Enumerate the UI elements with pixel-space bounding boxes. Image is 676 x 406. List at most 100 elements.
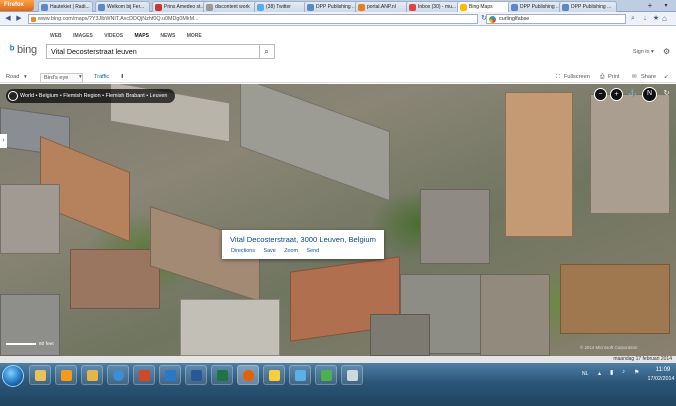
word-icon xyxy=(191,370,202,381)
windows-taskbar: NL ▴ ▮ ♪ ⚑ 11:09 17/02/2014 xyxy=(0,363,676,406)
nav-link-maps[interactable]: MAPS xyxy=(134,33,148,39)
taskbar-app[interactable] xyxy=(315,365,337,385)
zoom-in-icon[interactable]: + xyxy=(610,88,623,101)
rotate-right-icon[interactable]: ↻ xyxy=(660,88,673,101)
browser-search-box[interactable]: curlinglfabse xyxy=(486,14,626,24)
network-icon[interactable]: ▮ xyxy=(610,369,613,376)
scale-bar: 60 feet xyxy=(6,342,54,347)
nav-link-web[interactable]: WEB xyxy=(50,33,62,39)
browser-tab[interactable]: discontent work xyxy=(203,1,258,12)
road-view-button[interactable]: Road xyxy=(6,73,19,81)
zoom-link[interactable]: Zoom xyxy=(284,248,298,254)
building xyxy=(590,94,670,214)
browser-tab[interactable]: Hautekiet | Radi... xyxy=(38,1,93,12)
taskbar-app[interactable] xyxy=(211,365,233,385)
share-button[interactable]: Share xyxy=(641,73,656,81)
location-breadcrumb[interactable]: World • Belgium • Flemish Region • Flemi… xyxy=(6,89,176,103)
taskbar-app-active[interactable] xyxy=(237,365,259,385)
explorer-icon xyxy=(35,370,46,381)
print-icon[interactable]: ⎙ xyxy=(600,73,604,81)
search-icon[interactable]: ⌕ xyxy=(259,44,275,59)
browser-tab[interactable]: DPP Publishing ... xyxy=(508,1,563,12)
browser-tab[interactable]: Inbox (30) - mu... xyxy=(406,1,461,12)
home-icon[interactable]: ⌂ xyxy=(662,14,672,24)
road-dropdown-icon[interactable]: ▾ xyxy=(24,73,27,81)
nav-link-videos[interactable]: VIDEOS xyxy=(104,33,123,39)
taskbar-app[interactable] xyxy=(289,365,311,385)
url-bar[interactable]: www.bing.com/maps/?Y3JlbWNIT.AxcDDQjNzhf… xyxy=(28,14,478,24)
expand-panel-icon[interactable]: ↙ xyxy=(664,73,669,81)
gear-icon[interactable]: ⚙ xyxy=(663,47,670,56)
bing-logo[interactable]: ᵇ bing xyxy=(10,44,37,56)
taskbar-app[interactable] xyxy=(133,365,155,385)
downloads-icon[interactable]: ↓ xyxy=(640,14,650,24)
browser-tab[interactable]: portal.ANP.nl xyxy=(355,1,410,12)
building xyxy=(70,249,160,309)
birds-eye-dropdown-icon[interactable]: ▾ xyxy=(79,73,82,81)
system-tray: NL ▴ ▮ ♪ ⚑ 11:09 17/02/2014 xyxy=(582,366,676,386)
tab-label: Prins Amedeo st... xyxy=(164,4,205,10)
scale-label: 60 feet xyxy=(39,342,54,347)
browser-tab[interactable]: DPP Publishing ... xyxy=(304,1,359,12)
send-link[interactable]: Send xyxy=(307,248,320,254)
browser-tab[interactable]: Welkom bij Fer... xyxy=(95,1,150,12)
building xyxy=(560,264,670,334)
nav-link-more[interactable]: MORE xyxy=(187,33,202,39)
browser-tab[interactable]: DPP Publishing ... xyxy=(559,1,617,12)
search-go-icon[interactable]: ⌕ xyxy=(628,14,638,24)
tab-label: DPP Publishing ... xyxy=(571,4,612,10)
taskbar-app[interactable] xyxy=(107,365,129,385)
sign-in-link[interactable]: Sign in ▾ xyxy=(633,49,654,55)
taskbar-app[interactable] xyxy=(81,365,103,385)
zoom-out-icon[interactable]: − xyxy=(594,88,607,101)
birds-eye-view-button[interactable]: Bird's eye xyxy=(40,73,84,83)
map-search-input[interactable]: Vital Decosterstraat leuven xyxy=(46,44,260,59)
clock-time[interactable]: 11:09 xyxy=(650,367,676,373)
folder-icon xyxy=(87,370,98,381)
taskbar-app[interactable] xyxy=(159,365,181,385)
taskbar-app[interactable] xyxy=(29,365,51,385)
tab-label: Bing Maps xyxy=(469,4,493,10)
tray-arrow-icon[interactable]: ▴ xyxy=(598,370,601,377)
print-button[interactable]: Print xyxy=(608,73,620,81)
internet-explorer-icon xyxy=(113,370,124,381)
traffic-button[interactable]: Traffic xyxy=(94,73,109,81)
map-canvas[interactable]: World • Belgium • Flemish Region • Flemi… xyxy=(0,84,676,356)
taskbar-app[interactable] xyxy=(55,365,77,385)
tab-favicon-icon xyxy=(460,4,467,11)
fullscreen-icon[interactable]: ⛶ xyxy=(556,73,560,81)
forward-icon[interactable]: ▶ xyxy=(14,14,24,24)
tab-label: (38) Twitter xyxy=(266,4,291,10)
browser-tab[interactable]: Prins Amedeo st... xyxy=(152,1,207,12)
tab-favicon-icon xyxy=(358,4,365,11)
directions-link[interactable]: Directions xyxy=(231,248,255,254)
back-icon[interactable]: ◀ xyxy=(3,14,13,24)
browser-tab[interactable]: (38) Twitter xyxy=(254,1,309,12)
rotate-icon[interactable]: ⚓ xyxy=(626,88,639,101)
bookmarks-icon[interactable]: ★ xyxy=(651,14,661,24)
windows-start-button[interactable] xyxy=(2,365,24,387)
tab-favicon-icon xyxy=(98,4,105,11)
tab-label: DPP Publishing ... xyxy=(316,4,357,10)
firefox-menu-button[interactable]: Firefox xyxy=(0,0,34,11)
clock-date[interactable]: 17/02/2014 xyxy=(646,376,676,382)
compass-icon[interactable]: N xyxy=(642,87,657,102)
taskbar-app[interactable] xyxy=(341,365,363,385)
nav-link-news[interactable]: NEWS xyxy=(160,33,175,39)
new-tab-button[interactable]: + xyxy=(644,1,656,11)
volume-icon[interactable]: ♪ xyxy=(622,369,625,375)
download-icon[interactable]: ⬇ xyxy=(120,73,125,81)
flag-icon[interactable]: ⚑ xyxy=(634,369,639,376)
save-link[interactable]: Save xyxy=(263,248,275,254)
building xyxy=(480,274,550,356)
taskbar-app[interactable] xyxy=(263,365,285,385)
share-icon[interactable]: ✉ xyxy=(632,73,637,81)
building xyxy=(370,314,430,356)
building xyxy=(0,184,60,254)
taskbar-app[interactable] xyxy=(185,365,207,385)
tab-list-button[interactable]: ▾ xyxy=(660,1,672,11)
nav-link-images[interactable]: IMAGES xyxy=(73,33,93,39)
language-indicator[interactable]: NL xyxy=(582,371,588,377)
side-panel-toggle-icon[interactable]: › xyxy=(0,134,7,148)
fullscreen-button[interactable]: Fullscreen xyxy=(564,73,590,81)
